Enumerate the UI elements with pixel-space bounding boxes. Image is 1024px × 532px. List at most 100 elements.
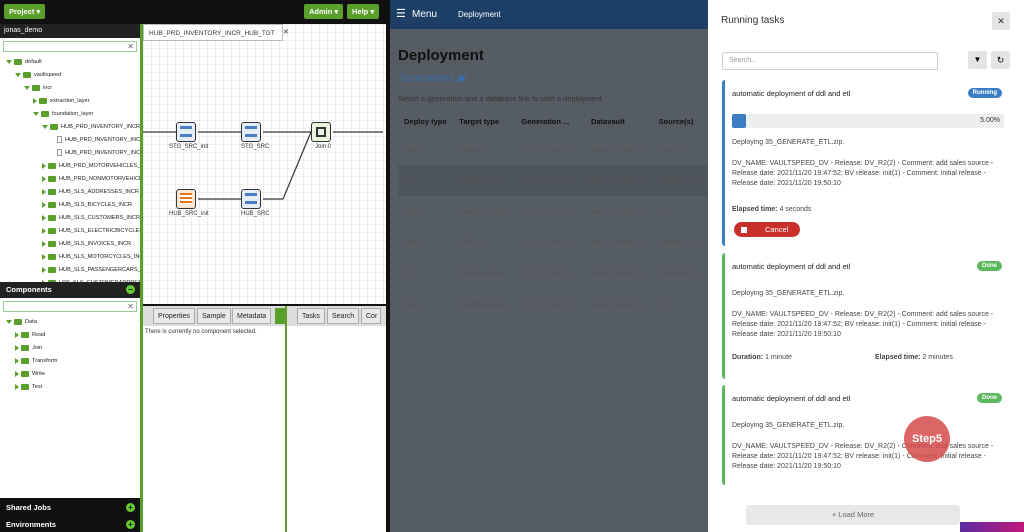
table-row[interactable]: FMC Airflow 2021-11-20 13:... VAULTSPEED...… (398, 227, 708, 258)
no-component-text: There is currently no component selected… (145, 329, 257, 335)
tree-item[interactable]: HUB_SLS_MOTORCYCLES_INCR (42, 252, 140, 262)
collapse-icon[interactable]: − (126, 285, 135, 294)
expand-arrow-icon[interactable] (15, 331, 19, 338)
table-cell: ETL (404, 176, 418, 185)
table-row[interactable]: DDL SNOWFLAKE 2021-11-20 13:... VAULTSPEED.… (398, 289, 708, 320)
tree-item[interactable]: extraction_layer (33, 96, 90, 106)
stg-src-node[interactable] (241, 122, 261, 142)
tree-item[interactable]: HUB_SLS_ELECTRICBICYCLES_I (42, 226, 140, 236)
tree-item[interactable]: HUB_PRD_INVENTORY_INC (51, 148, 140, 158)
table-cell: DDL (404, 300, 420, 309)
stg-src-init-node[interactable] (176, 122, 196, 142)
table-row[interactable]: DDL SNOWFLAKE 2021-11-20 20:... VAULTSPEED.… (398, 196, 708, 227)
panel-splitter[interactable] (285, 306, 287, 532)
task-file: Deploying 35_GENERATE_ETL.zip. (732, 139, 845, 146)
shared-jobs-header[interactable]: Shared Jobs + (0, 500, 140, 515)
tree-item[interactable]: vaultspeed (15, 70, 61, 80)
tab-sample[interactable]: Sample (197, 308, 231, 324)
help-menu-button[interactable]: Help ▾ (347, 4, 380, 19)
component-item[interactable]: Test (15, 382, 42, 392)
expand-arrow-icon[interactable] (42, 266, 46, 273)
component-item[interactable]: Read (15, 330, 45, 340)
clear-icon[interactable]: ✕ (127, 42, 134, 51)
tree-item[interactable]: HUB_SLS_ADDRESSES_INCR (42, 187, 139, 197)
expand-arrow-icon[interactable] (42, 201, 46, 208)
expand-arrow-icon[interactable] (24, 85, 30, 90)
tree-item[interactable]: HUB_SLS_BICYCLES_INCR (42, 200, 132, 210)
expand-arrow-icon[interactable] (42, 227, 46, 234)
join-node[interactable] (311, 122, 331, 142)
hub-src-init-node[interactable] (176, 189, 196, 209)
lock-icon (14, 58, 22, 65)
tab-metadata[interactable]: Metadata (232, 308, 272, 324)
tree-item[interactable]: HUB_PRD_NONMOTORVEHICL (42, 174, 140, 184)
load-more-button[interactable]: + Load More (746, 505, 960, 525)
book-icon: ▣ (456, 73, 466, 84)
tree-item[interactable]: HUB_SLS_CUSTOMERS_INCR (42, 213, 140, 223)
hub-src-node[interactable] (241, 189, 261, 209)
tab-tasks[interactable]: Tasks (297, 308, 325, 324)
generations-link[interactable]: Generations ▣ (399, 73, 466, 84)
nav-deployment[interactable]: Deployment (458, 10, 501, 19)
table-row[interactable]: ETL Matillion Sno... 2021-11-20 13:... VAUL… (398, 258, 708, 289)
tree-item[interactable]: HUB_SLS_INVOICES_INCR (42, 239, 131, 249)
expand-arrow-icon[interactable] (42, 253, 46, 260)
expand-arrow-icon[interactable] (15, 357, 19, 364)
table-row[interactable]: ETL Matillion Sno... 2021-11-20 20:... VAUL… (398, 165, 708, 196)
tree-item[interactable]: HUB_SLS_PASSENGERCARS_INC (42, 265, 140, 275)
tree-item[interactable]: HUB_PRD_INVENTORY_INC (51, 135, 140, 145)
expand-arrow-icon[interactable] (15, 383, 19, 390)
clear-icon[interactable]: ✕ (127, 302, 134, 311)
tree-item[interactable]: HUB_PRD_INVENTORY_INCR (42, 122, 140, 132)
tab-console[interactable]: Cor (361, 308, 381, 324)
tab-properties[interactable]: Properties (153, 308, 195, 324)
task-title: automatic deployment of ddl and etl (732, 89, 851, 98)
environments-header[interactable]: Environments + (0, 517, 140, 532)
hamburger-icon[interactable]: ☰ (396, 7, 406, 20)
expand-arrow-icon[interactable] (42, 214, 46, 221)
component-item[interactable]: Join (15, 343, 42, 353)
task-search-input[interactable]: Search... (722, 52, 938, 70)
expand-arrow-icon[interactable] (42, 124, 48, 129)
expand-arrow-icon[interactable] (6, 319, 12, 324)
component-item[interactable]: Transform (15, 356, 57, 366)
expand-arrow-icon[interactable] (42, 188, 46, 195)
tree-item[interactable]: HUB_PRD_MOTORVEHICLES_INC (42, 161, 140, 171)
expand-arrow-icon[interactable] (42, 162, 46, 169)
expand-arrow-icon[interactable] (42, 240, 46, 247)
component-item[interactable]: Data (6, 317, 37, 327)
tree-item[interactable]: incr (24, 83, 52, 93)
column-header[interactable]: Target type (453, 108, 515, 134)
component-item[interactable]: Write (15, 369, 45, 379)
column-header[interactable]: Generation ... (515, 108, 585, 134)
expand-arrow-icon[interactable] (6, 59, 12, 64)
cancel-button[interactable]: Cancel (734, 222, 800, 237)
tree-item[interactable]: default (6, 57, 42, 67)
filter-icon[interactable]: ▼ (968, 51, 987, 69)
tree-item[interactable]: foundation_layer (33, 109, 93, 119)
column-header[interactable]: Datavault (585, 108, 653, 134)
close-icon[interactable]: ✕ (992, 12, 1010, 30)
admin-menu-button[interactable]: Admin ▾ (304, 4, 344, 19)
expand-arrow-icon[interactable] (33, 97, 37, 104)
expand-icon[interactable]: + (126, 503, 135, 512)
refresh-icon[interactable]: ↻ (991, 51, 1010, 69)
folder-icon (21, 344, 29, 351)
tab-search[interactable]: Search (327, 308, 360, 324)
expand-arrow-icon[interactable] (42, 175, 46, 182)
table-row[interactable]: FMC Airflow 2021-11-20 21:... VAULTSPEED...… (398, 134, 708, 165)
expand-icon[interactable]: + (126, 520, 135, 529)
expand-arrow-icon[interactable] (15, 72, 21, 77)
column-header[interactable]: Deploy type (398, 108, 453, 134)
panel-arrow-icon[interactable] (275, 308, 285, 324)
expand-arrow-icon[interactable] (33, 111, 39, 116)
job-canvas[interactable]: HUB_PRD_INVENTORY_INCR_HUB_TGT ✕ STG_SRC… (143, 24, 386, 304)
task-card-done: automatic deployment of ddl and etl Done… (722, 253, 1008, 379)
expand-arrow-icon[interactable] (15, 370, 19, 377)
expand-arrow-icon[interactable] (15, 344, 19, 351)
menu-label[interactable]: Menu (412, 9, 437, 20)
column-header[interactable]: Source(s) (653, 108, 708, 134)
project-menu-button[interactable]: Project ▾ (4, 4, 46, 19)
components-search-input[interactable]: ✕ (3, 301, 137, 312)
project-search-input[interactable]: ✕ (3, 41, 137, 52)
